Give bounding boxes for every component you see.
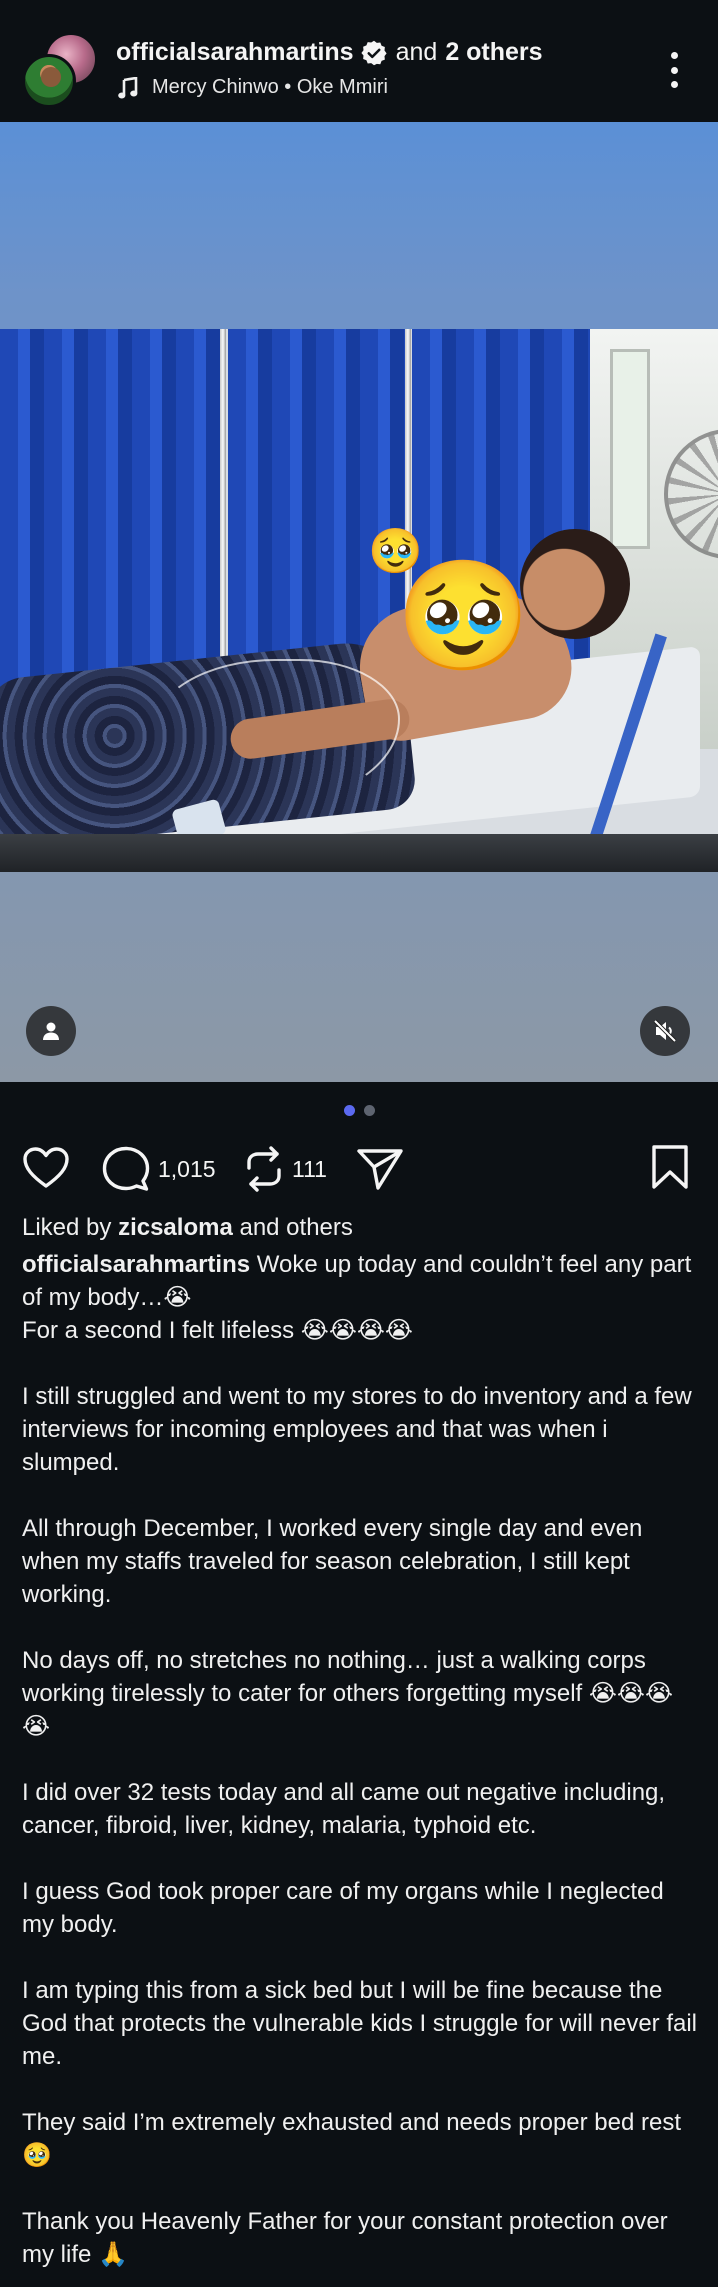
author-username[interactable]: officialsarahmartins xyxy=(116,38,354,67)
post-photo xyxy=(0,329,718,872)
sticker-emoji-large: 🥹 xyxy=(396,555,531,676)
music-note-icon xyxy=(118,76,138,98)
caption-paragraph: I still struggled and went to my stores … xyxy=(22,1383,692,1476)
bookmark-icon xyxy=(652,1145,688,1189)
avatar-stack[interactable] xyxy=(22,32,102,108)
caption-paragraph: I guess God took proper care of my organ… xyxy=(22,1878,664,1938)
liked-by-prefix: Liked by xyxy=(22,1214,112,1241)
action-bar: 1,015 111 xyxy=(0,1142,718,1196)
post-caption: officialsarahmartins Woke up today and c… xyxy=(22,1248,698,2271)
liked-by-line[interactable]: Liked by zicsaloma and others xyxy=(22,1214,353,1242)
comment-bubble-icon xyxy=(102,1146,150,1191)
more-vertical-icon[interactable] xyxy=(662,52,686,88)
caption-paragraph: For a second I felt lifeless 😭😭😭😭 xyxy=(22,1317,413,1344)
liked-by-user[interactable]: zicsaloma xyxy=(118,1214,233,1241)
repost-icon xyxy=(247,1146,281,1192)
repost-button[interactable]: 111 xyxy=(244,1146,327,1192)
others-link[interactable]: 2 others xyxy=(445,38,542,67)
person-tag-icon[interactable] xyxy=(26,1006,76,1056)
caption-paragraph: Thank you Heavenly Father for your const… xyxy=(22,2208,668,2268)
carousel-indicator xyxy=(0,1105,718,1116)
caption-paragraph: I am typing this from a sick bed but I w… xyxy=(22,1977,697,2070)
caption-first-line: officialsarahmartins Woke up today and c… xyxy=(22,1248,698,1314)
caption-paragraph: They said I’m extremely exhausted and ne… xyxy=(22,2109,682,2169)
carousel-dot-active xyxy=(343,1105,355,1116)
heart-icon xyxy=(23,1147,69,1188)
verified-badge-icon xyxy=(360,40,387,65)
and-text: and xyxy=(395,38,438,66)
music-attribution[interactable]: Mercy Chinwo • Oke Mmiri xyxy=(118,76,388,99)
caption-username[interactable]: officialsarahmartins xyxy=(22,1251,250,1278)
caption-paragraph: All through December, I worked every sin… xyxy=(22,1515,643,1608)
caption-paragraph: No days off, no stretches no nothing… ju… xyxy=(22,1647,674,1740)
save-button[interactable] xyxy=(650,1144,690,1190)
liked-by-suffix: and others xyxy=(239,1214,353,1241)
speaker-muted-icon[interactable] xyxy=(640,1006,690,1056)
comment-count: 1,015 xyxy=(158,1155,216,1182)
like-button[interactable] xyxy=(22,1146,70,1190)
caption-paragraph: I did over 32 tests today and all came o… xyxy=(22,1779,666,1839)
post-header: officialsarahmartins and 2 others Mercy … xyxy=(0,0,718,122)
author-line: officialsarahmartins and 2 others xyxy=(116,38,543,67)
post-media[interactable]: 🥹 🥹 xyxy=(0,122,718,1082)
author-avatar[interactable] xyxy=(22,54,76,108)
repost-count: 111 xyxy=(292,1155,327,1182)
music-text: Mercy Chinwo • Oke Mmiri xyxy=(152,76,388,98)
carousel-dot xyxy=(363,1105,375,1116)
send-icon xyxy=(357,1149,403,1190)
comment-button[interactable]: 1,015 xyxy=(102,1146,216,1192)
share-button[interactable] xyxy=(356,1146,404,1192)
